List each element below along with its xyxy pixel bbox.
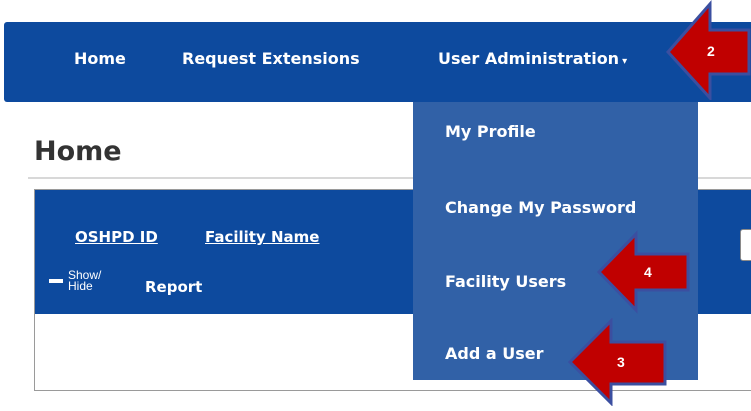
nav-user-administration-label: User Administration (438, 49, 619, 68)
nav-home-link[interactable]: Home (74, 49, 126, 68)
show-hide-label: Show/ Hide (68, 270, 108, 292)
minus-icon (49, 279, 63, 283)
menu-item-my-profile[interactable]: My Profile (445, 122, 536, 141)
top-navbar: Home Request Extensions User Administrat… (4, 22, 751, 102)
callout-number: 4 (644, 264, 652, 280)
callout-arrow-2: 2 (665, 0, 751, 100)
callout-number: 2 (707, 43, 715, 59)
filter-select[interactable]: ▾ (740, 229, 751, 261)
oshpd-id-sort-link[interactable]: OSHPD ID (75, 228, 158, 246)
report-column-header: Report (145, 278, 202, 296)
callout-number: 3 (617, 354, 625, 370)
page-title: Home (34, 136, 122, 167)
menu-item-change-my-password[interactable]: Change My Password (445, 198, 636, 217)
nav-user-administration-menu[interactable]: User Administration▾ (438, 49, 627, 68)
callout-arrow-3: 3 (567, 318, 669, 406)
nav-request-extensions-link[interactable]: Request Extensions (182, 49, 360, 68)
callout-arrow-4: 4 (596, 230, 692, 314)
facility-name-sort-link[interactable]: Facility Name (205, 228, 319, 246)
menu-item-facility-users[interactable]: Facility Users (445, 272, 566, 291)
menu-item-add-a-user[interactable]: Add a User (445, 344, 543, 363)
chevron-down-icon: ▾ (622, 56, 627, 67)
